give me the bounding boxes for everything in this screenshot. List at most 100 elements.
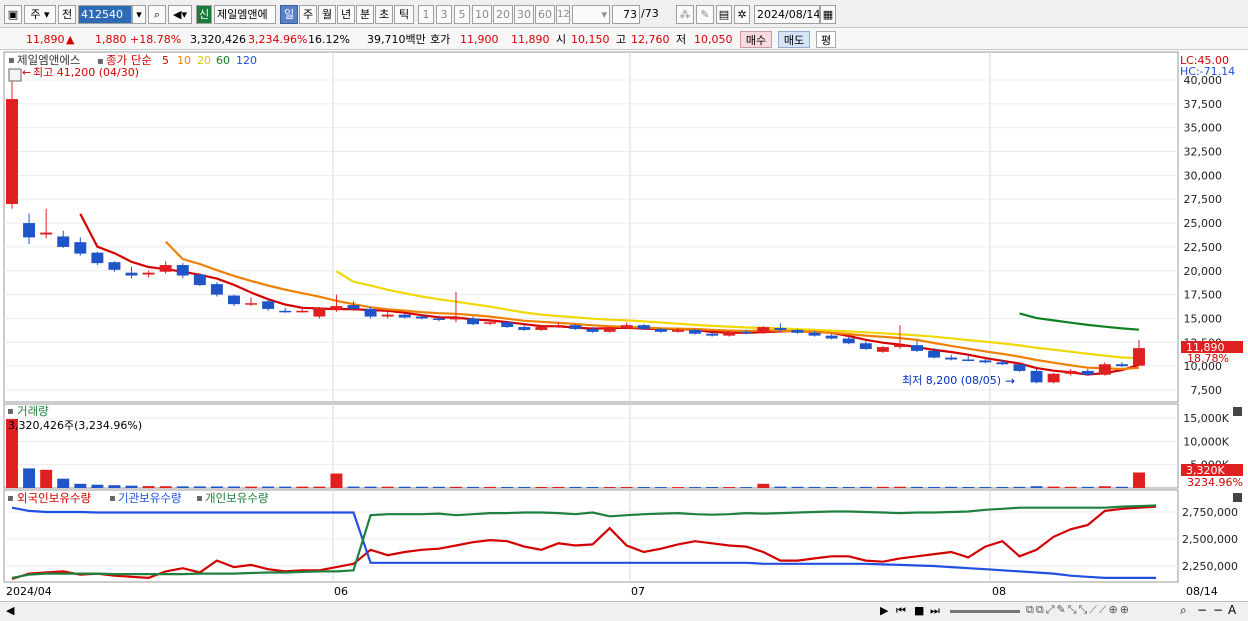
minute-1-button[interactable]: 1: [418, 5, 434, 24]
stock-code-input[interactable]: 412540: [78, 5, 132, 24]
link-icon[interactable]: ⁂: [676, 5, 694, 24]
period-second-tab[interactable]: 초: [375, 5, 393, 24]
candle-body: [808, 332, 821, 336]
volume-bar: [1064, 486, 1077, 488]
candle-body: [125, 272, 138, 276]
minute-10-button[interactable]: 10: [472, 5, 492, 24]
stop-icon[interactable]: ■: [914, 604, 924, 617]
volume-bar: [415, 486, 428, 488]
save-icon[interactable]: ▤: [716, 5, 732, 24]
candle-body: [893, 345, 906, 348]
volume-bar: [74, 483, 87, 488]
volume-bar: [945, 486, 958, 488]
volume-title: 거래량: [17, 404, 49, 418]
prev-button[interactable]: 전: [58, 5, 76, 24]
code-dropdown-icon[interactable]: ▾: [132, 5, 146, 24]
low-price: 10,050: [694, 33, 733, 46]
search-icon[interactable]: ⌕: [148, 5, 166, 24]
calendar-icon[interactable]: ▦: [820, 5, 836, 24]
candle-body: [210, 284, 223, 295]
volume-bar: [996, 486, 1009, 488]
candle-body: [262, 301, 275, 309]
volume-bar: [279, 486, 292, 488]
volume-bar: [330, 473, 343, 488]
main-toolbar: ▣ 주 ▾ 전 412540 ▾ ⌕ ◀▾ 신 제일엠앤에 일 주 월 년 분 …: [0, 0, 1248, 28]
period-tick-tab[interactable]: 틱: [394, 5, 414, 24]
hc-label: HC:-71.14: [1180, 65, 1235, 78]
legend-individual: 개인보유수량: [205, 491, 269, 505]
drawing-tools-icon[interactable]: ⧉⧉⤢✎⤡⤡⟋⟋⊕⊕: [1026, 603, 1131, 617]
zoom-search-icon[interactable]: ⌕: [1180, 603, 1187, 618]
minute-20-button[interactable]: 20: [493, 5, 513, 24]
fast-forward-icon[interactable]: ⏭: [930, 604, 940, 618]
candle-body: [706, 333, 719, 336]
minute-3-button[interactable]: 3: [436, 5, 452, 24]
candle-body: [449, 317, 462, 320]
trade-amount: 39,710백만: [367, 33, 426, 46]
period-day-tab[interactable]: 일: [280, 5, 298, 24]
legend-institution: 기관보유수량: [118, 491, 182, 505]
candle-body: [415, 316, 428, 319]
volume-bar: [603, 487, 616, 488]
buy-button[interactable]: 매수: [740, 31, 772, 48]
volume-marker-icon: ▪: [7, 406, 14, 417]
volume-bar: [245, 486, 258, 488]
minute-5-button[interactable]: 5: [454, 5, 470, 24]
minute-30-button[interactable]: 30: [514, 5, 534, 24]
chart-canvas[interactable]: 40,00037,50035,00032,50030,00027,50025,0…: [0, 50, 1248, 601]
volume-bar: [228, 486, 240, 488]
zoom-in-icon[interactable]: −: [1213, 603, 1223, 617]
legend-ma-label: 종가 단순: [106, 53, 152, 67]
date-input[interactable]: 2024/08/14: [754, 5, 820, 24]
volume-bar: [40, 469, 53, 488]
low-arrow-icon: →: [1005, 374, 1015, 388]
interval-select[interactable]: ▾: [572, 5, 610, 24]
volume-bar: [364, 486, 377, 488]
evaluate-button[interactable]: 평: [816, 31, 836, 48]
candle-body: [740, 331, 753, 334]
zoom-slider[interactable]: [950, 610, 1020, 613]
sell-button[interactable]: 매도: [778, 31, 810, 48]
high-annotation: 최고 41,200 (04/30): [33, 66, 139, 79]
pct-tag: 18.78%: [1187, 352, 1229, 365]
market-select[interactable]: 주 ▾: [24, 5, 56, 24]
bar-count-input[interactable]: 73: [612, 5, 640, 24]
candle-body: [928, 350, 941, 358]
legend-foreign: 외국인보유수량: [17, 491, 91, 505]
layout-icon[interactable]: ▣: [4, 5, 22, 24]
volume-bar: [893, 486, 906, 488]
volume-bar: [706, 486, 719, 488]
price-ytick: 20,000: [1184, 265, 1223, 278]
volume-close-icon[interactable]: [1233, 407, 1242, 416]
high-arrow-icon: ←: [22, 66, 31, 79]
volume-bar: [142, 486, 155, 488]
gear-icon[interactable]: ✲: [734, 5, 750, 24]
period-year-tab[interactable]: 년: [337, 5, 355, 24]
minute-120-button[interactable]: 120: [556, 5, 570, 24]
period-minute-tab[interactable]: 분: [356, 5, 374, 24]
period-week-tab[interactable]: 주: [299, 5, 317, 24]
scroll-left-icon[interactable]: ◀: [6, 604, 14, 617]
speaker-icon[interactable]: ◀▾: [168, 5, 192, 24]
volume-bar: [586, 486, 599, 488]
candle-body: [945, 357, 958, 360]
volume-bar: [671, 487, 684, 488]
candle-body: [1064, 370, 1077, 374]
auto-scale-icon[interactable]: A: [1228, 603, 1236, 617]
volume-bar: [774, 486, 787, 488]
holder-ytick: 2,500,000: [1182, 533, 1238, 546]
high-label: 고: [616, 33, 627, 46]
volume-bar: [723, 487, 736, 488]
xaxis-label-end: 08/14: [1186, 585, 1218, 598]
volume-bar: [193, 486, 206, 488]
minute-60-button[interactable]: 60: [535, 5, 555, 24]
legend-ma-5: 5: [162, 54, 169, 67]
grid-toggle-icon[interactable]: [8, 68, 22, 82]
draw-tool-icon[interactable]: ✎: [696, 5, 714, 24]
scroll-right-icon[interactable]: ▶: [880, 604, 888, 617]
holder-close-icon[interactable]: [1233, 493, 1242, 502]
period-month-tab[interactable]: 월: [318, 5, 336, 24]
volume-bar: [210, 486, 223, 488]
rewind-icon[interactable]: ⏮: [896, 604, 906, 618]
zoom-out-icon[interactable]: −: [1197, 603, 1207, 617]
